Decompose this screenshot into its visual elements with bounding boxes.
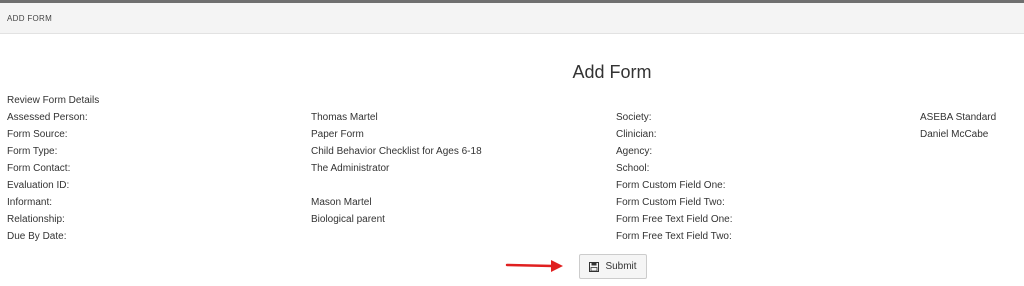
clinician-label: Clinician:	[616, 129, 657, 140]
society-value: ASEBA Standard	[920, 112, 997, 123]
header-bar: ADD FORM	[0, 3, 1024, 34]
informant-label: Informant:	[7, 197, 53, 208]
form-custom-field-one-label: Form Custom Field One:	[616, 180, 726, 191]
assessed-person-value: Thomas Martel	[311, 112, 378, 123]
red-arrow-icon	[505, 260, 563, 272]
form-free-text-field-one-label: Form Free Text Field One:	[616, 214, 733, 225]
submit-label: Submit	[605, 261, 637, 272]
relationship-value: Biological parent	[311, 214, 385, 225]
form-source-label: Form Source:	[7, 129, 68, 140]
form-free-text-field-two-label: Form Free Text Field Two:	[616, 231, 732, 242]
evaluation-id-label: Evaluation ID:	[7, 180, 70, 191]
form-type-label: Form Type:	[7, 146, 58, 157]
save-icon	[589, 261, 600, 272]
form-contact-label: Form Contact:	[7, 163, 71, 174]
assessed-person-label: Assessed Person:	[7, 112, 88, 123]
submit-button[interactable]: Submit	[579, 254, 647, 279]
form-type-value: Child Behavior Checklist for Ages 6-18	[311, 146, 482, 157]
form-contact-value: The Administrator	[311, 163, 390, 174]
page-title: Add Form	[572, 62, 652, 82]
review-form-details-heading: Review Form Details	[7, 95, 100, 106]
header-title: ADD FORM	[7, 14, 53, 23]
due-by-date-label: Due By Date:	[7, 231, 67, 242]
school-label: School:	[616, 163, 650, 174]
informant-value: Mason Martel	[311, 197, 372, 208]
form-custom-field-two-label: Form Custom Field Two:	[616, 197, 725, 208]
agency-label: Agency:	[616, 146, 653, 157]
clinician-value: Daniel McCabe	[920, 129, 989, 140]
relationship-label: Relationship:	[7, 214, 65, 225]
form-source-value: Paper Form	[311, 129, 364, 140]
society-label: Society:	[616, 112, 652, 123]
